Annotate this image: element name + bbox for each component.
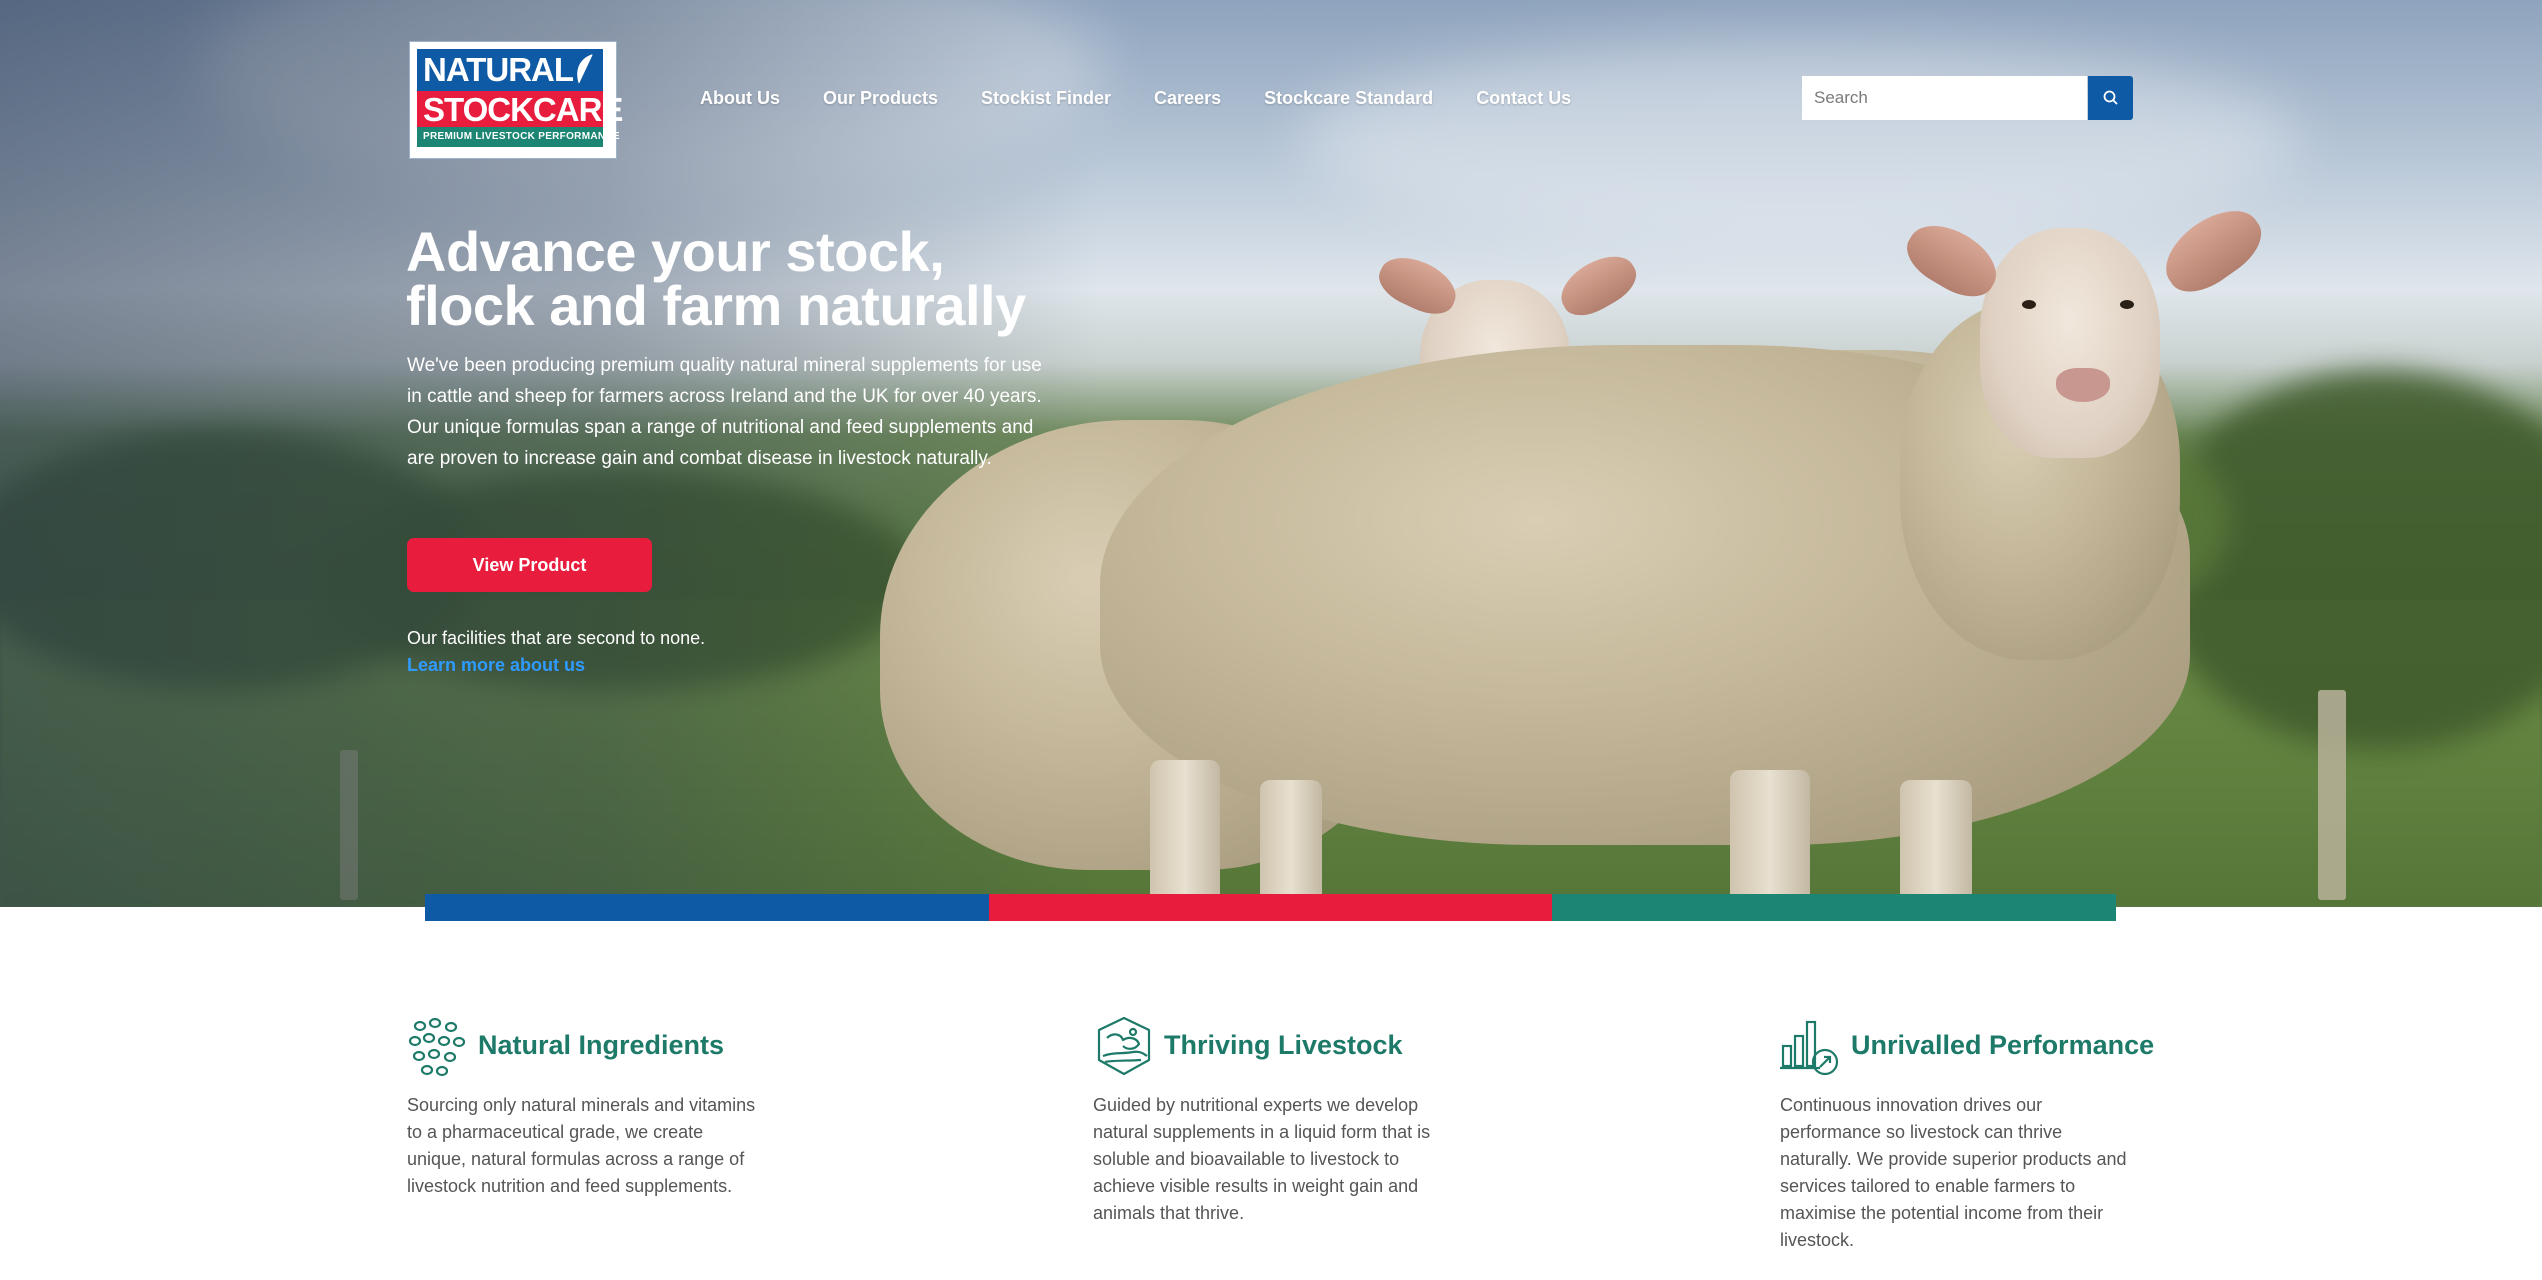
sheep-eye [2120, 300, 2134, 309]
stripe-red [989, 894, 1552, 921]
feature-title: Unrivalled Performance [1851, 1030, 2155, 1060]
ingredients-icon [408, 1017, 466, 1077]
feature-text: Continuous innovation drives our perform… [1780, 1095, 2127, 1250]
sheep-head [1980, 228, 2160, 458]
logo-line1: NATURAL [423, 51, 574, 88]
sheep-ear [2152, 195, 2273, 305]
search-input[interactable] [1802, 76, 2087, 120]
cloud [1300, 40, 2300, 240]
feature-title: Thriving Livestock [1164, 1030, 1403, 1060]
hero-lead: We've been producing premium quality nat… [407, 355, 1042, 469]
hero-banner [0, 0, 2542, 907]
feature-text: Sourcing only natural minerals and vitam… [407, 1095, 756, 1196]
nav-our-products[interactable]: Our Products [823, 88, 938, 109]
facilities-text: Our facilities that are second to none. [407, 628, 706, 648]
sheep-leg [1150, 760, 1220, 907]
logo-tagline: PREMIUM LIVESTOCK PERFORMANCE [423, 131, 620, 142]
leaf-icon [577, 53, 595, 85]
logo-line2: STOCKCARE [423, 91, 623, 128]
hero-title-line2: flock and farm naturally [406, 274, 1026, 337]
view-product-button[interactable]: View Product [407, 538, 652, 592]
sheep-leg [1900, 780, 1972, 907]
sheep-nose [2056, 368, 2110, 402]
sheep-leg [1730, 770, 1810, 907]
performance-chart-icon [1780, 1020, 1839, 1076]
hero-title: Advance your stock, flock and farm natur… [406, 224, 1106, 334]
learn-more-link[interactable]: Learn more about us [407, 655, 585, 676]
sheep-ear [1551, 245, 1645, 325]
nav-about-us[interactable]: About Us [700, 88, 780, 109]
nav-stockcare-standard[interactable]: Stockcare Standard [1264, 88, 1433, 109]
brand-logo[interactable]: NATURAL STOCKCARE PREMIUM LIVESTOCK PERF… [410, 42, 623, 158]
nav-careers[interactable]: Careers [1154, 88, 1221, 109]
nav-stockist-finder[interactable]: Stockist Finder [981, 88, 1111, 109]
main-nav: About Us Our Products Stockist Finder Ca… [700, 88, 1614, 109]
sheep-leg [1260, 780, 1322, 907]
feature-text: Guided by nutritional experts we develop… [1093, 1095, 1431, 1223]
sheep-eye [2022, 300, 2036, 309]
fence-post [2318, 690, 2346, 900]
search-button[interactable] [2088, 76, 2133, 120]
stripe-green [1552, 894, 2116, 921]
feature-title: Natural Ingredients [478, 1030, 725, 1060]
search-icon [2103, 90, 2118, 105]
nav-contact-us[interactable]: Contact Us [1476, 88, 1571, 109]
livestock-icon [1097, 1016, 1151, 1076]
stripe-blue [425, 894, 989, 921]
